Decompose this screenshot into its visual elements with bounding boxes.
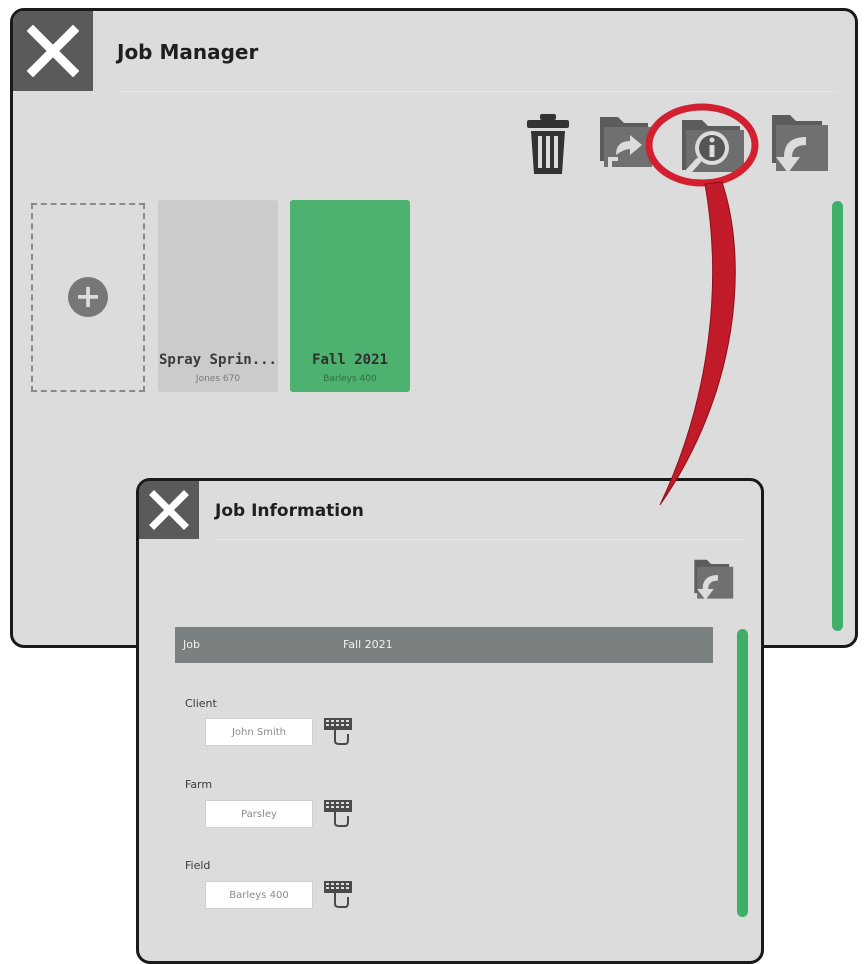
field-label: Field [185, 859, 211, 872]
farm-keyboard-button[interactable] [323, 799, 353, 831]
header-divider [117, 91, 837, 92]
new-job-button[interactable]: + [31, 203, 145, 392]
folder-import-icon [764, 115, 828, 173]
folder-import-icon [689, 559, 734, 601]
client-label: Client [185, 697, 217, 710]
client-field[interactable]: John Smith [205, 718, 313, 746]
job-tile[interactable]: Spray Sprin... Jones 670 [158, 200, 278, 392]
field-field[interactable]: Barleys 400 [205, 881, 313, 909]
export-job-button[interactable] [598, 111, 656, 181]
folder-export-icon [600, 117, 652, 171]
job-tile-subtitle: Jones 670 [195, 374, 241, 384]
close-icon [149, 490, 189, 530]
close-icon [27, 25, 79, 77]
keyboard-icon [324, 718, 352, 745]
job-tile-selected[interactable]: Fall 2021 Barleys 400 [290, 200, 410, 392]
job-row-label: Job [183, 638, 200, 651]
keyboard-icon [324, 800, 352, 827]
dialog-title: Job Information [215, 501, 364, 521]
header-divider [215, 539, 745, 540]
import-job-button[interactable] [762, 111, 830, 187]
folder-info-icon [682, 120, 744, 175]
job-row: Job Fall 2021 [175, 627, 713, 663]
job-tile-subtitle: Barleys 400 [323, 374, 377, 384]
client-keyboard-button[interactable] [323, 717, 353, 749]
import-job-button[interactable] [687, 557, 735, 611]
farm-label: Farm [185, 778, 213, 791]
farm-field[interactable]: Parsley [205, 800, 313, 828]
page-title: Job Manager [117, 40, 259, 64]
job-info-button[interactable] [680, 114, 748, 180]
close-button[interactable] [139, 481, 199, 539]
keyboard-icon [324, 881, 352, 908]
job-tile-name: Fall 2021 [312, 352, 388, 368]
scrollbar[interactable] [832, 201, 843, 631]
job-tile-name: Spray Sprin... [158, 352, 277, 368]
close-button[interactable] [13, 11, 93, 91]
job-row-value: Fall 2021 [343, 638, 393, 651]
field-keyboard-button[interactable] [323, 880, 353, 912]
delete-job-button[interactable] [526, 114, 570, 180]
plus-icon: + [68, 277, 108, 317]
scrollbar[interactable] [737, 629, 748, 917]
trash-icon [527, 114, 569, 174]
job-information-panel: Job Information Job Fall 2021 Client Joh… [136, 478, 764, 964]
